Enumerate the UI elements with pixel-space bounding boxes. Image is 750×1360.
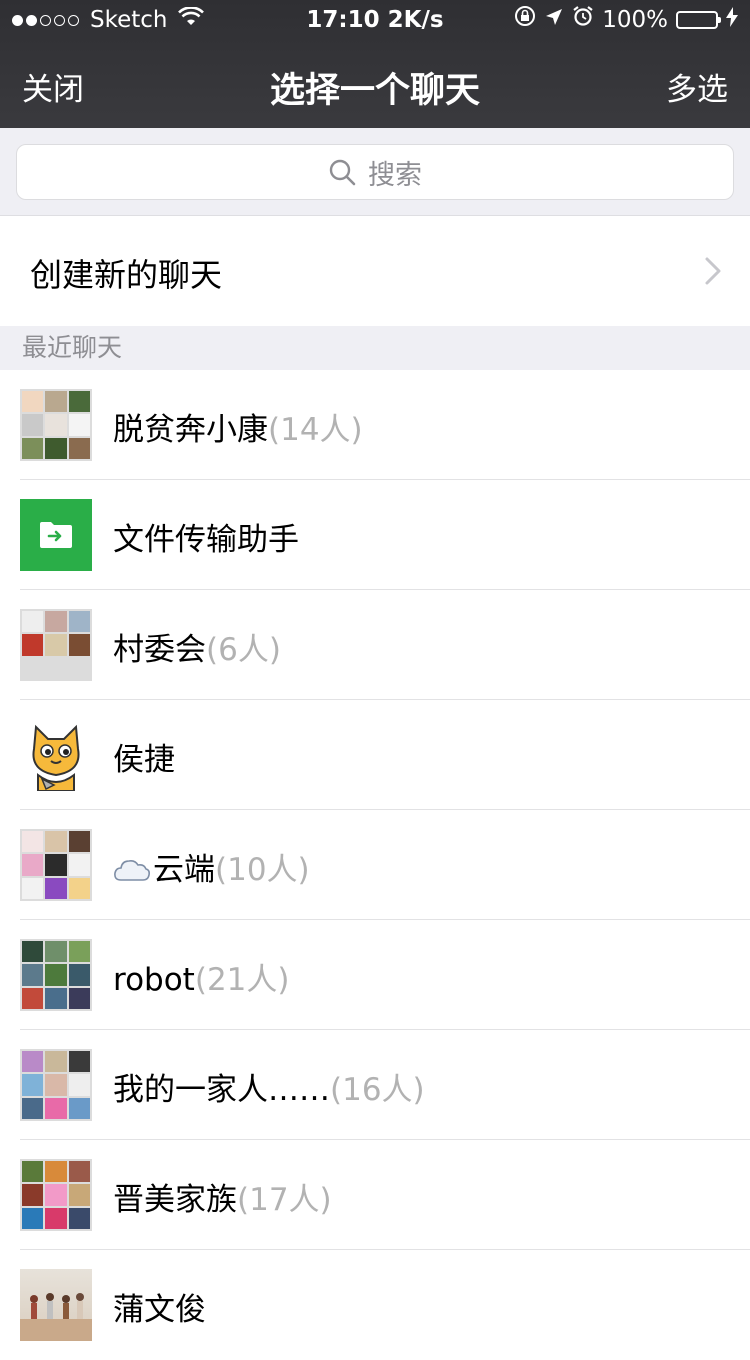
orientation-lock-icon [514,0,536,40]
search-icon [329,159,356,186]
chat-name: 文件传输助手 [113,522,299,558]
chat-item[interactable]: 村委会(6人) [0,590,750,700]
chat-name: 云端 [153,852,215,888]
chat-item[interactable]: 晋美家族(17人) [0,1140,750,1250]
battery-icon [676,11,721,29]
create-new-chat-label: 创建新的聊天 [30,256,223,294]
cartoon-cat-avatar [20,719,92,792]
alarm-icon [572,0,594,40]
chat-item[interactable]: 云端(10人) [0,810,750,920]
search-placeholder: 搜索 [368,159,422,191]
page-title: 选择一个聊天 [269,71,480,111]
member-count: (6人) [206,632,281,668]
chat-name: 侯捷 [113,742,175,778]
member-count: (16人) [330,1072,425,1108]
member-count: (14人) [268,412,363,448]
charging-icon [726,0,738,40]
chat-name: 村委会 [113,632,206,668]
create-new-chat-row[interactable]: 创建新的聊天 [0,216,750,326]
group-avatar [20,939,92,1011]
chat-item[interactable]: 脱贫奔小康(14人) [0,370,750,480]
people-photo-icon [20,1293,92,1341]
chat-item[interactable]: 我的一家人……(16人) [0,1030,750,1140]
member-count: (21人) [194,962,290,998]
chat-name: robot [113,962,195,998]
cat-icon [32,724,80,792]
group-avatar [20,1049,92,1121]
recent-chats-header: 最近聊天 [0,326,750,370]
search-input[interactable]: 搜索 [16,144,734,200]
group-avatar [20,389,92,461]
member-count: (10人) [215,852,310,888]
chat-item[interactable]: 蒲文俊 [0,1250,750,1360]
chevron-right-icon [704,256,722,290]
chat-name: 蒲文俊 [113,1292,206,1328]
file-transfer-avatar [20,499,92,571]
photo-avatar [20,1269,92,1341]
status-bar: Sketch 17:10 2K/s 100% [0,0,750,40]
top-bar: Sketch 17:10 2K/s 100% 关闭 选择一个聊天 多选 [0,0,750,128]
status-right: 100% [514,0,738,40]
chat-name: 脱贫奔小康 [113,412,268,448]
folder-arrow-icon [40,522,72,548]
chat-item[interactable]: 侯捷 [0,700,750,810]
group-avatar [20,829,92,901]
battery-percent: 100% [602,7,668,33]
location-icon [544,0,564,40]
group-avatar [20,609,92,681]
cloud-icon [113,854,151,890]
chat-list: 脱贫奔小康(14人) 文件传输助手 村委会(6人) 侯捷 云端(10人) rob… [0,370,750,1360]
chat-name: 我的一家人…… [113,1072,330,1108]
member-count: (17人) [237,1182,332,1218]
search-area: 搜索 [0,128,750,216]
chat-item[interactable]: 文件传输助手 [0,480,750,590]
chat-name: 晋美家族 [113,1182,237,1218]
group-avatar [20,1159,92,1231]
multi-select-button[interactable]: 多选 [666,64,728,109]
chat-item[interactable]: robot(21人) [0,920,750,1030]
